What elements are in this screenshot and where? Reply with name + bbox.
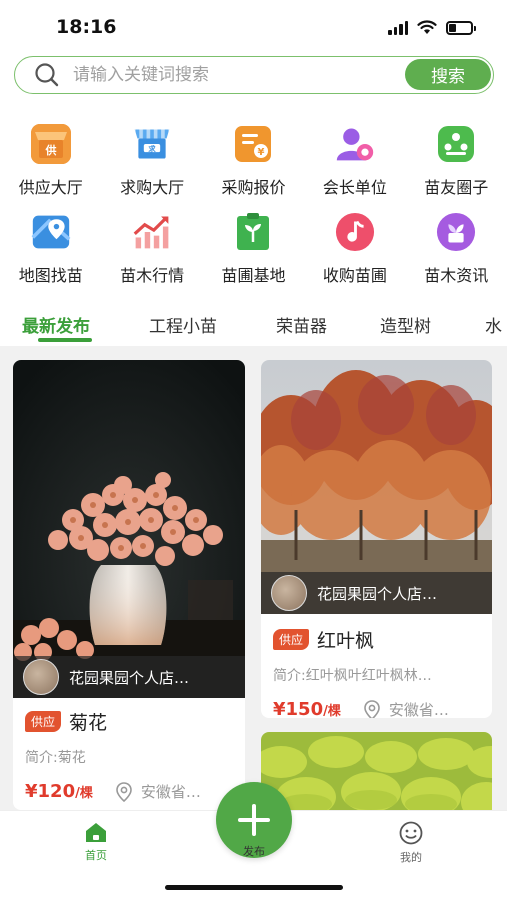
search-bar: 搜索 <box>14 56 494 94</box>
category-map[interactable]: 地图找苗 <box>0 212 101 300</box>
tab-shaped-trees[interactable]: 造型树 <box>380 312 431 337</box>
svg-text:¥: ¥ <box>258 147 265 158</box>
category-supply-hall[interactable]: 供 供应大厅 <box>0 124 101 212</box>
supply-badge: 供应 <box>25 711 62 732</box>
category-purchase-hall[interactable]: 求 求购大厅 <box>101 124 202 212</box>
president-unit-icon <box>335 124 375 164</box>
product-price: ¥120/棵 <box>25 781 93 802</box>
nav-home[interactable]: 首页 <box>66 821 126 863</box>
category-president-unit[interactable]: 会长单位 <box>304 124 405 212</box>
battery-icon <box>446 20 476 35</box>
plus-icon <box>238 804 270 836</box>
product-image: 花园果园个人店… <box>13 360 245 698</box>
location-icon <box>364 699 380 718</box>
product-card[interactable] <box>261 732 492 810</box>
category-grid: 供 供应大厅 求 求购大厅 ¥ 采购报价 会长单位 苗友圈子 地图找苗 苗木行情… <box>0 124 507 300</box>
supply-badge: 供应 <box>273 629 310 650</box>
supply-hall-icon: 供 <box>30 124 71 164</box>
category-label: 采购报价 <box>221 178 286 197</box>
shop-name: 花园果园个人店… <box>317 584 438 603</box>
search-input[interactable] <box>73 65 393 85</box>
product-image: 花园果园个人店… <box>261 360 492 614</box>
shop-bar[interactable]: 花园果园个人店… <box>261 572 492 614</box>
category-friends-circle[interactable]: 苗友圈子 <box>406 124 507 212</box>
nursery-base-icon <box>233 212 273 252</box>
category-label: 供应大厅 <box>18 178 83 197</box>
product-name: 菊花 <box>69 712 108 734</box>
publish-label: 发布 <box>243 845 265 858</box>
product-feed: 花园果园个人店… 供应 菊花 简介:菊花 ¥120/棵 安徽省… 花园果园个人店… <box>0 346 507 810</box>
card-body: 供应 红叶枫 简介:红叶枫叶红叶枫林… ¥150/棵 安徽省… <box>261 626 492 718</box>
product-card[interactable]: 花园果园个人店… 供应 红叶枫 简介:红叶枫叶红叶枫林… ¥150/棵 安徽省… <box>261 360 492 718</box>
product-name: 红叶枫 <box>317 630 375 652</box>
category-news[interactable]: 苗木资讯 <box>406 212 507 300</box>
product-intro: 简介:菊花 <box>25 750 86 766</box>
location-icon <box>116 781 132 802</box>
category-label: 苗木行情 <box>120 266 185 285</box>
category-label: 会长单位 <box>322 178 387 197</box>
friends-circle-icon <box>436 124 476 164</box>
product-image <box>261 732 492 810</box>
category-label: 苗木资讯 <box>424 266 489 285</box>
map-icon <box>31 212 71 252</box>
home-indicator <box>165 885 343 890</box>
acquire-nursery-icon <box>335 212 375 252</box>
purchase-hall-icon: 求 <box>132 124 172 164</box>
search-button[interactable]: 搜索 <box>405 59 491 90</box>
nav-mine[interactable]: 我的 <box>381 821 441 865</box>
tab-latest[interactable]: 最新发布 <box>22 312 90 337</box>
status-icons <box>388 20 476 35</box>
shop-bar[interactable]: 花园果园个人店… <box>13 656 245 698</box>
tab-engineering-seedlings[interactable]: 工程小苗 <box>149 312 217 337</box>
svg-text:供: 供 <box>44 143 56 157</box>
nav-mine-label: 我的 <box>400 851 422 864</box>
category-market-trend[interactable]: 苗木行情 <box>101 212 202 300</box>
category-label: 收购苗圃 <box>322 266 387 285</box>
category-label: 求购大厅 <box>120 178 185 197</box>
category-label: 地图找苗 <box>18 266 83 285</box>
quote-icon: ¥ <box>233 124 273 164</box>
signal-icon <box>388 20 408 35</box>
market-trend-icon <box>132 212 172 252</box>
nav-home-label: 首页 <box>85 849 107 862</box>
shop-avatar <box>271 575 307 611</box>
status-time: 18:16 <box>56 16 117 38</box>
product-location: 安徽省… <box>388 701 449 718</box>
card-body: 供应 菊花 简介:菊花 ¥120/棵 安徽省… <box>13 708 245 802</box>
category-quote[interactable]: ¥ 采购报价 <box>203 124 304 212</box>
product-intro: 简介:红叶枫叶红叶枫林… <box>273 668 432 684</box>
search-icon <box>35 63 59 87</box>
product-price: ¥150/棵 <box>273 699 341 718</box>
category-acquire-nursery[interactable]: 收购苗圃 <box>304 212 405 300</box>
tab-water[interactable]: 水 <box>485 312 502 337</box>
news-icon <box>436 212 476 252</box>
wifi-icon <box>417 20 437 34</box>
shop-name: 花园果园个人店… <box>69 668 190 687</box>
category-nursery-base[interactable]: 苗圃基地 <box>203 212 304 300</box>
category-label: 苗友圈子 <box>424 178 489 197</box>
category-label: 苗圃基地 <box>221 266 286 285</box>
tab-rongmiaoqi[interactable]: 荣苗器 <box>276 312 327 337</box>
home-icon <box>86 823 106 842</box>
svg-text:求: 求 <box>148 144 156 153</box>
shop-avatar <box>23 659 59 695</box>
product-location: 安徽省… <box>140 783 201 801</box>
product-card[interactable]: 花园果园个人店… 供应 菊花 简介:菊花 ¥120/棵 安徽省… <box>13 360 245 810</box>
status-bar: 18:16 <box>0 0 507 52</box>
profile-smile-icon <box>399 821 423 845</box>
tab-active-indicator <box>38 338 92 342</box>
